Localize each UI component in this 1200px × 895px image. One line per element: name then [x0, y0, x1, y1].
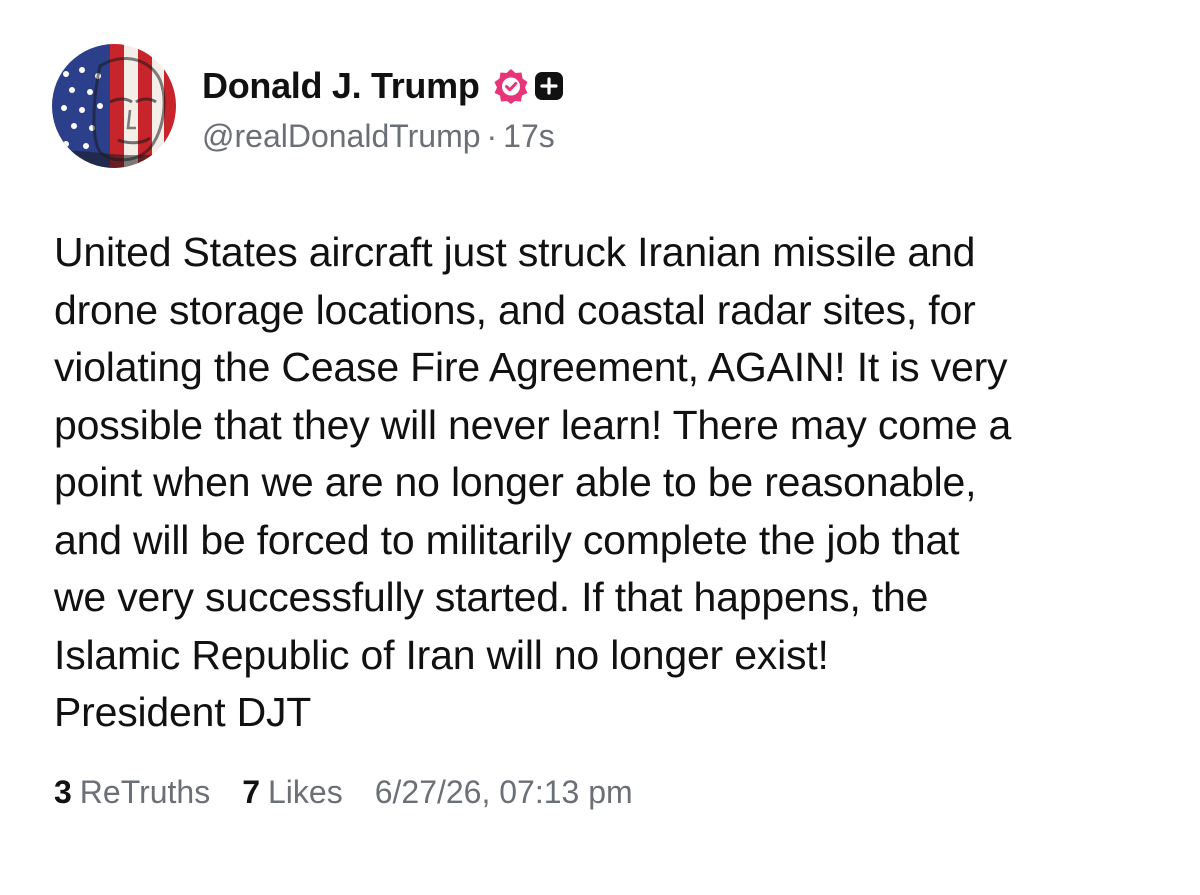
post-header: Donald J. Trump @realDonaldTrump · 17s [202, 64, 564, 155]
name-row: Donald J. Trump [202, 64, 564, 108]
post-meta: @realDonaldTrump · 17s [202, 118, 564, 155]
display-name[interactable]: Donald J. Trump [202, 65, 480, 107]
retruths-count: 3 [54, 774, 72, 810]
avatar-flag-portrait-icon [52, 44, 176, 168]
verified-badge-icon [492, 67, 530, 105]
post-card: Donald J. Trump @realDonaldTrump · 17s Uni… [0, 0, 1200, 895]
retruths-stat[interactable]: 3 ReTruths [54, 774, 210, 811]
meta-separator: · [486, 118, 498, 154]
likes-stat[interactable]: 7 Likes [242, 774, 343, 811]
user-handle[interactable]: @realDonaldTrump [202, 118, 481, 154]
post-timestamp: 6/27/26, 07:13 pm [374, 774, 633, 810]
avatar[interactable] [52, 44, 176, 168]
retruths-label: ReTruths [79, 774, 211, 810]
likes-label: Likes [268, 774, 343, 810]
likes-count: 7 [242, 774, 260, 810]
post-text: United States aircraft just struck Irani… [54, 229, 1012, 735]
post-stats: 3 ReTruths 7 Likes 6/27/26, 07:13 pm [54, 774, 633, 811]
plus-square-icon[interactable] [534, 71, 564, 101]
relative-time: 17s [503, 118, 555, 154]
